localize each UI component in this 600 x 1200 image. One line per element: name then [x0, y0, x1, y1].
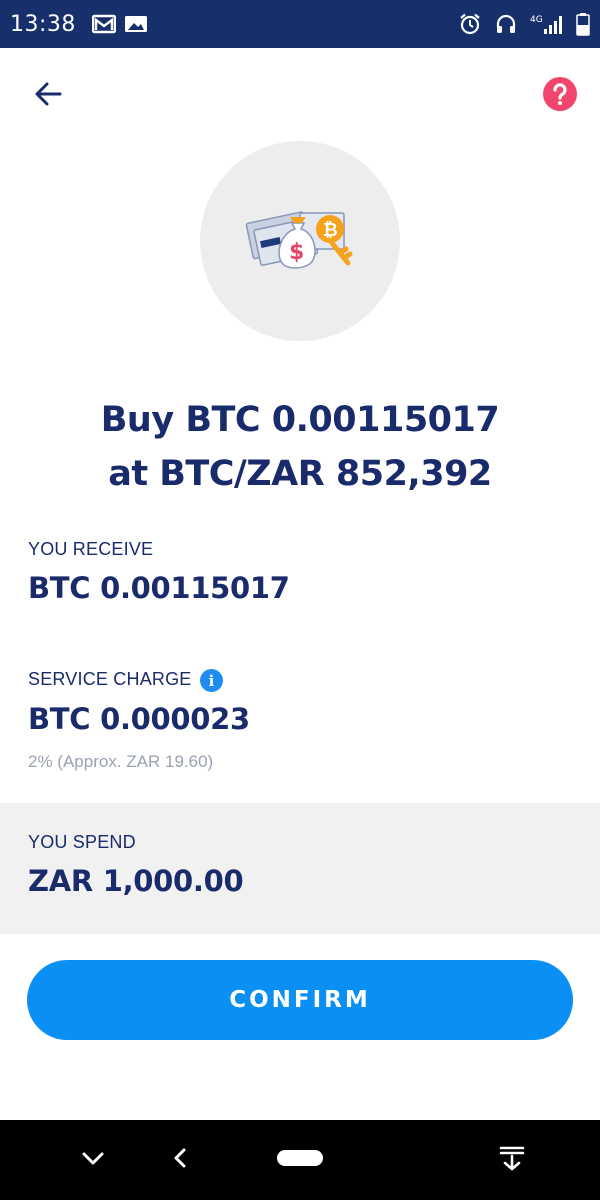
- image-icon: [124, 14, 148, 34]
- receive-value: BTC 0.00115017: [28, 571, 290, 605]
- order-summary-title: Buy BTC 0.00115017 at BTC/ZAR 852,392: [0, 393, 600, 501]
- home-pill-icon: [276, 1149, 324, 1171]
- confirm-button[interactable]: CONFIRM: [27, 960, 573, 1040]
- spend-label: YOU SPEND: [28, 832, 136, 852]
- nav-back-button[interactable]: [160, 1120, 200, 1200]
- expand-notifications-icon: [498, 1144, 526, 1176]
- spend-value: ZAR 1,000.00: [28, 864, 244, 898]
- svg-text:₿: ₿: [323, 220, 338, 241]
- chevron-down-icon: [80, 1145, 106, 1175]
- status-time: 13:38: [10, 11, 76, 37]
- receive-label: YOU RECEIVE: [28, 539, 154, 559]
- signal-4g-icon: 4G: [530, 12, 564, 36]
- order-summary-title-line-2: at BTC/ZAR 852,392: [108, 454, 492, 494]
- headphones-icon: [494, 12, 518, 36]
- status-system-icons: 4G: [458, 12, 590, 36]
- arrow-left-icon: [33, 79, 63, 113]
- battery-icon: [576, 12, 590, 36]
- service-charge-label: SERVICE CHARGE: [28, 669, 192, 689]
- order-summary-title-line-1: Buy BTC 0.00115017: [100, 400, 500, 440]
- alarm-icon: [458, 12, 482, 36]
- chevron-left-icon: [170, 1146, 190, 1174]
- service-charge-value: BTC 0.000023: [28, 702, 250, 736]
- help-icon: [543, 77, 577, 115]
- system-navigation-bar: [0, 1120, 600, 1200]
- svg-text:$: $: [289, 240, 304, 265]
- back-button[interactable]: [28, 76, 68, 116]
- help-button[interactable]: [540, 76, 580, 116]
- gmail-icon: [91, 14, 116, 34]
- info-icon[interactable]: i: [200, 669, 223, 692]
- nav-notifications-button[interactable]: [490, 1120, 534, 1200]
- money-bag-bitcoin-icon: $ ₿: [240, 199, 360, 283]
- nav-home-button[interactable]: [270, 1120, 330, 1200]
- illustration-circle: $ ₿: [200, 141, 400, 341]
- network-type-label: 4G: [530, 15, 543, 25]
- status-notification-icons: [91, 14, 148, 34]
- status-bar: 13:38 4G: [0, 0, 600, 48]
- service-charge-note: 2% (Approx. ZAR 19.60): [28, 752, 214, 771]
- nav-collapse-button[interactable]: [68, 1120, 118, 1200]
